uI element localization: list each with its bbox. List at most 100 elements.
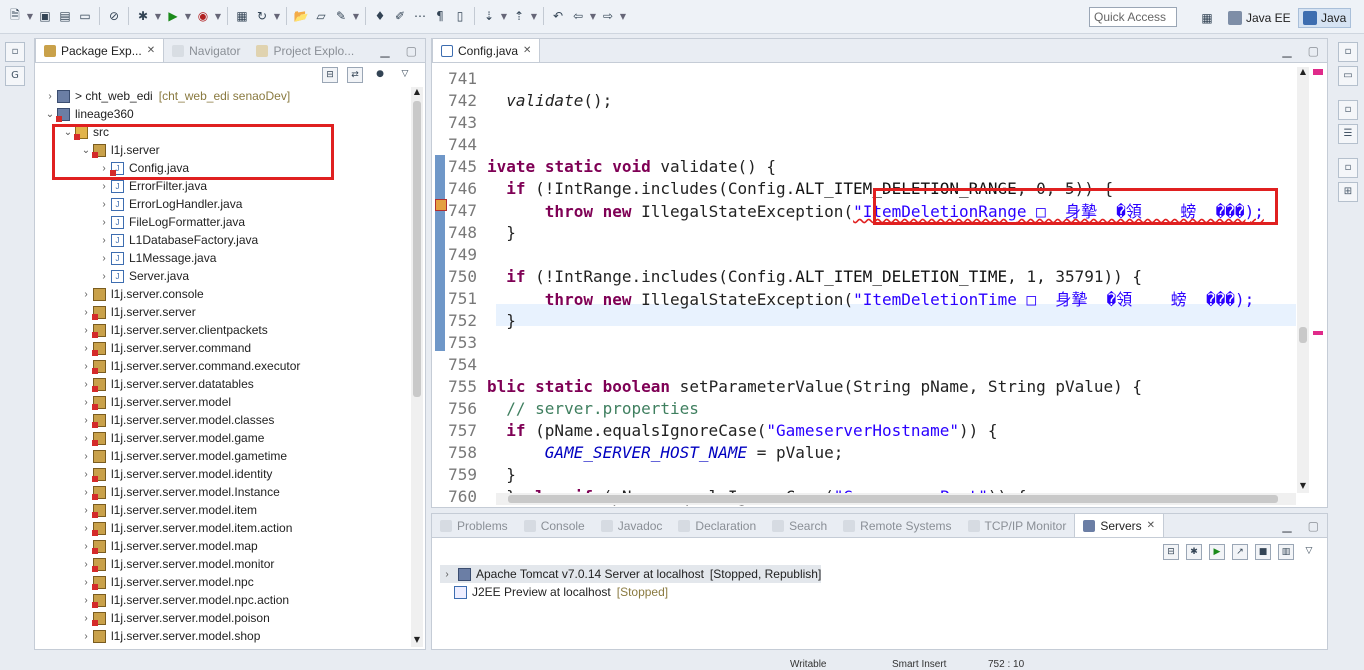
forward-icon[interactable]: ⇨ — [599, 6, 617, 26]
expand-arrow-icon[interactable]: › — [97, 199, 111, 210]
expand-arrow-icon[interactable]: › — [79, 505, 93, 516]
close-icon[interactable]: ✕ — [1147, 520, 1155, 531]
outline-icon[interactable]: ▭ — [1338, 66, 1358, 86]
restore-icon[interactable]: ▫ — [1338, 158, 1358, 178]
close-icon[interactable]: ✕ — [147, 45, 155, 56]
expand-arrow-icon[interactable]: › — [79, 523, 93, 534]
minimize-button[interactable]: ▁ — [1274, 40, 1299, 62]
scroll-down-icon[interactable]: ▼ — [1297, 481, 1309, 493]
code-text[interactable]: ivate static void validate() { — [487, 157, 776, 176]
pen-icon[interactable]: ✎ — [332, 6, 350, 26]
code-line-741[interactable]: 741 — [432, 67, 487, 89]
editor-scroll-thumb[interactable] — [1299, 327, 1307, 343]
profile-server-icon[interactable]: ↗ — [1232, 544, 1248, 560]
code-text[interactable]: throw new IllegalStateException("ItemDel… — [487, 286, 1254, 310]
code-text[interactable]: if (pName.equalsIgnoreCase("GameserverHo… — [487, 421, 997, 440]
external-tools-dropdown-icon[interactable]: ▼ — [214, 6, 222, 26]
debug-dropdown-icon[interactable]: ▼ — [154, 6, 162, 26]
code-text[interactable]: } — [487, 311, 516, 330]
hierarchy-icon[interactable]: ⊞ — [1338, 182, 1358, 202]
perspective-java[interactable]: Java — [1298, 8, 1352, 28]
tab-servers[interactable]: Servers ✕ — [1074, 513, 1165, 537]
block-select-icon[interactable]: ⋯ — [411, 6, 429, 26]
prev-annotation-dropdown-icon[interactable]: ▼ — [530, 6, 538, 26]
tree-package-5[interactable]: › l1j.server.server.datatables — [79, 375, 254, 393]
restore-icon[interactable]: ▫ — [5, 42, 25, 62]
expand-arrow-icon[interactable]: › — [79, 415, 93, 426]
tab-javadoc[interactable]: Javadoc — [593, 515, 671, 537]
last-edit-icon[interactable]: ↶ — [549, 6, 567, 26]
tree-package-16[interactable]: › l1j.server.server.model.npc — [79, 573, 254, 591]
tree-scrollbar[interactable]: ▲ ▼ — [411, 87, 423, 647]
expand-arrow-icon[interactable]: › — [79, 433, 93, 444]
tree-package-18[interactable]: › l1j.server.server.model.poison — [79, 609, 270, 627]
expand-arrow-icon[interactable]: › — [79, 469, 93, 480]
next-annotation-dropdown-icon[interactable]: ▼ — [500, 6, 508, 26]
expand-arrow-icon[interactable]: › — [97, 253, 111, 264]
scroll-up-icon[interactable]: ▲ — [411, 87, 423, 99]
code-line-748[interactable]: 748 } — [432, 221, 516, 243]
expand-arrow-icon[interactable]: › — [43, 91, 57, 102]
tab-declaration[interactable]: Declaration — [670, 515, 764, 537]
scroll-up-icon[interactable]: ▲ — [1297, 67, 1309, 79]
minimize-button[interactable]: ▁ — [1274, 515, 1299, 537]
expand-arrow-icon[interactable]: › — [79, 559, 93, 570]
expand-arrow-icon[interactable]: › — [79, 397, 93, 408]
tree-package-0[interactable]: › l1j.server.console — [79, 285, 203, 303]
print-margin-icon[interactable]: ▯ — [451, 6, 469, 26]
tree-file-4[interactable]: › J L1DatabaseFactory.java — [97, 231, 258, 249]
tab-config-java[interactable]: Config.java ✕ — [432, 38, 541, 62]
code-line-754[interactable]: 754 — [432, 353, 487, 375]
collapse-all-icon[interactable]: ⊟ — [322, 67, 338, 83]
code-line-756[interactable]: 756 // server.properties — [432, 397, 699, 419]
run-dropdown-icon[interactable]: ▼ — [184, 6, 192, 26]
expand-arrow-icon[interactable]: › — [440, 569, 454, 580]
skip-breakpoints-icon[interactable]: ⊘ — [105, 6, 123, 26]
overview-marker[interactable] — [1313, 331, 1323, 335]
tab-console[interactable]: Console — [516, 515, 593, 537]
focus-icon[interactable]: ● — [372, 67, 388, 83]
tree-file-6[interactable]: › J Server.java — [97, 267, 189, 285]
debug-icon[interactable]: ✱ — [134, 6, 152, 26]
stop-server-icon[interactable]: ■ — [1255, 544, 1271, 560]
horizontal-scrollbar[interactable] — [496, 493, 1296, 505]
expand-arrow-icon[interactable]: › — [79, 613, 93, 624]
tree-package-17[interactable]: › l1j.server.server.model.npc.action — [79, 591, 289, 609]
pen-dropdown-icon[interactable]: ▼ — [352, 6, 360, 26]
new-dropdown-icon[interactable]: ▼ — [26, 6, 34, 26]
expand-arrow-icon[interactable]: › — [79, 289, 93, 300]
tree-package-13[interactable]: › l1j.server.server.model.item.action — [79, 519, 292, 537]
task-list-icon[interactable]: ☰ — [1338, 124, 1358, 144]
tree-package-1[interactable]: › l1j.server.server — [79, 303, 196, 321]
code-line-753[interactable]: 753 — [432, 331, 487, 353]
code-line-755[interactable]: 755 blic static boolean setParameterValue… — [432, 375, 1142, 397]
restore-icon[interactable]: ▫ — [1338, 42, 1358, 62]
expand-arrow-icon[interactable]: ⌄ — [43, 109, 57, 120]
open-type-icon[interactable]: ▱ — [312, 6, 330, 26]
save-icon[interactable]: ▣ — [36, 6, 54, 26]
expand-arrow-icon[interactable]: › — [79, 487, 93, 498]
tree-package-6[interactable]: › l1j.server.server.model — [79, 393, 231, 411]
tree-package-7[interactable]: › l1j.server.server.model.classes — [79, 411, 274, 429]
tab-project-explorer[interactable]: Project Explo... — [248, 40, 362, 62]
next-annotation-icon[interactable]: ⇣ — [480, 6, 498, 26]
tree-package-9[interactable]: › l1j.server.server.model.gametime — [79, 447, 287, 465]
tree-package-12[interactable]: › l1j.server.server.model.item — [79, 501, 257, 519]
server-row-tomcat[interactable]: › Apache Tomcat v7.0.14 Server at localh… — [440, 565, 822, 583]
external-tools-icon[interactable]: ◉ — [194, 6, 212, 26]
code-line-758[interactable]: 758 GAME_SERVER_HOST_NAME = pValue; — [432, 441, 843, 463]
expand-arrow-icon[interactable]: › — [79, 361, 93, 372]
code-line-745[interactable]: 745 ivate static void validate() { — [432, 155, 776, 177]
code-line-750[interactable]: 750 if (!IntRange.includes(Config.ALT_IT… — [432, 265, 1142, 287]
restore-icon[interactable]: ▫ — [1338, 100, 1358, 120]
refresh-icon[interactable]: ↻ — [253, 6, 271, 26]
code-text[interactable]: blic static boolean setParameterValue(St… — [487, 377, 1142, 396]
error-marker[interactable] — [1313, 69, 1323, 75]
open-folder-icon[interactable]: 📂 — [292, 6, 310, 26]
tree-package-15[interactable]: › l1j.server.server.model.monitor — [79, 555, 274, 573]
refresh-dropdown-icon[interactable]: ▼ — [273, 6, 281, 26]
tree-package-8[interactable]: › l1j.server.server.model.game — [79, 429, 264, 447]
tab-package-explorer[interactable]: Package Exp... ✕ — [35, 38, 165, 62]
publish-icon[interactable]: ▥ — [1278, 544, 1294, 560]
code-line-752[interactable]: 752 } — [432, 309, 516, 331]
